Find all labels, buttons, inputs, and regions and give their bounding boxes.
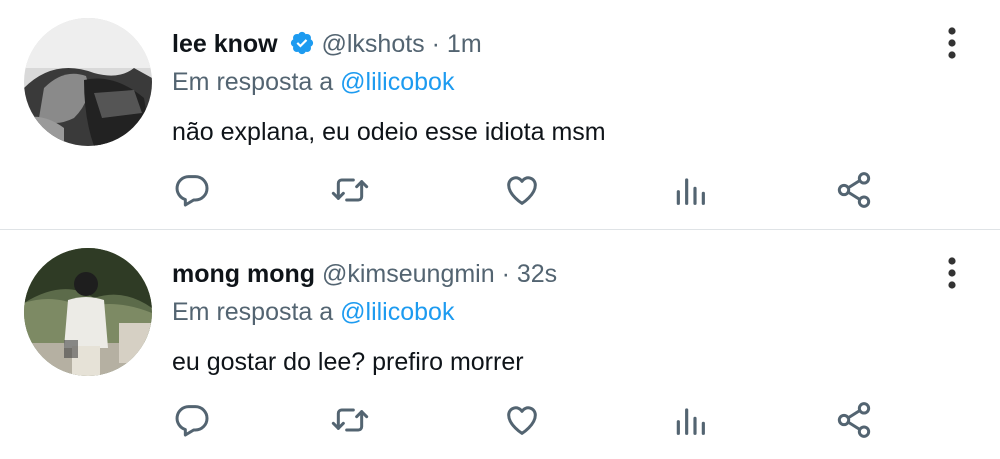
reply-button[interactable]: [172, 400, 212, 440]
views-button[interactable]: [670, 400, 710, 440]
share-icon: [837, 402, 871, 438]
reply-icon: [175, 175, 209, 207]
reply-context: Em resposta a @lilicobok: [172, 66, 920, 98]
timestamp[interactable]: 1m: [447, 30, 482, 58]
views-icon: [676, 408, 705, 435]
avatar[interactable]: [24, 18, 152, 146]
avatar[interactable]: [24, 248, 152, 376]
more-options-button[interactable]: [942, 256, 962, 292]
reply-context: Em resposta a @lilicobok: [172, 296, 920, 328]
reply-icon: [175, 405, 209, 437]
tweet-content: lee know @lkshots · 1m Em resposta a @li…: [172, 28, 920, 148]
reply-prefix: Em resposta a: [172, 68, 334, 96]
tweet-actions: [172, 400, 892, 440]
reply-mention-link[interactable]: @lilicobok: [340, 68, 454, 96]
share-button[interactable]: [834, 170, 874, 210]
verified-badge-icon: [290, 31, 313, 55]
reply-prefix: Em resposta a: [172, 298, 334, 326]
handle[interactable]: @lkshots: [322, 30, 425, 58]
tweet[interactable]: lee know @lkshots · 1m Em resposta a @li…: [0, 0, 1000, 229]
share-button[interactable]: [834, 400, 874, 440]
retweet-icon: [331, 178, 369, 202]
retweet-button[interactable]: [330, 400, 370, 440]
more-vertical-icon: [948, 27, 956, 59]
views-button[interactable]: [670, 170, 710, 210]
tweet-header: mong mong @kimseungmin · 32s: [172, 258, 920, 290]
more-vertical-icon: [948, 257, 956, 289]
tweet-text: eu gostar do lee? prefiro morrer: [172, 348, 524, 376]
like-button[interactable]: [502, 400, 542, 440]
more-options-button[interactable]: [942, 26, 962, 62]
reply-button[interactable]: [172, 170, 212, 210]
retweet-button[interactable]: [330, 170, 370, 210]
handle[interactable]: @kimseungmin: [322, 260, 495, 288]
avatar-photo: [24, 248, 152, 376]
display-name[interactable]: lee know: [172, 30, 278, 58]
like-icon: [507, 406, 537, 435]
share-icon: [837, 172, 871, 208]
reply-mention-link[interactable]: @lilicobok: [340, 298, 454, 326]
tweet[interactable]: mong mong @kimseungmin · 32s Em resposta…: [0, 230, 1000, 459]
timestamp[interactable]: 32s: [517, 260, 557, 288]
like-icon: [507, 176, 537, 205]
tweet-text: não explana, eu odeio esse idiota msm: [172, 118, 606, 146]
separator-dot: ·: [431, 30, 440, 58]
separator-dot: ·: [501, 260, 510, 288]
retweet-icon: [331, 408, 369, 432]
like-button[interactable]: [502, 170, 542, 210]
avatar-photo: [24, 18, 152, 146]
tweet-actions: [172, 170, 892, 210]
tweet-header: lee know @lkshots · 1m: [172, 28, 920, 60]
tweet-content: mong mong @kimseungmin · 32s Em resposta…: [172, 258, 920, 378]
display-name[interactable]: mong mong: [172, 260, 315, 288]
views-icon: [676, 178, 705, 205]
